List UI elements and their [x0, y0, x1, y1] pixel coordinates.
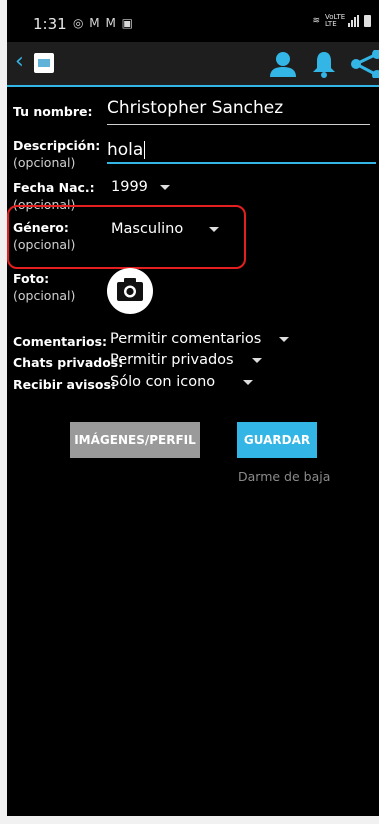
dropdown-arrow-icon — [279, 336, 290, 342]
comments-label: Comentarios: — [13, 334, 108, 349]
share-icon[interactable] — [349, 50, 379, 78]
notification-icons: ◎ M M ▣ — [73, 16, 134, 30]
notifications-label: Recibir avisos: — [13, 377, 116, 392]
status-bar: 1:31 ◎ M M ▣ ≋ VoLTE LTE — [7, 0, 379, 42]
save-button[interactable]: GUARDAR — [237, 422, 317, 458]
comments-spinner[interactable]: Permitir comentarios — [110, 331, 290, 347]
action-bar: ‹ — [7, 42, 379, 86]
chevron-left-icon[interactable]: ‹ — [15, 51, 24, 73]
name-label: Tu nombre: — [13, 104, 93, 119]
private-chats-label: Chats privados: — [13, 355, 124, 370]
app-screen: 1:31 ◎ M M ▣ ≋ VoLTE LTE ‹ Tu nombre: Ch… — [7, 0, 379, 816]
notifications-spinner[interactable]: Sólo con icono — [110, 374, 254, 390]
status-right: ≋ VoLTE LTE — [312, 14, 371, 28]
dropdown-arrow-icon — [159, 184, 170, 190]
toolbar-divider — [7, 85, 379, 87]
status-time: 1:31 — [33, 15, 67, 33]
battery-icon — [364, 15, 371, 27]
images-profile-button[interactable]: IMÁGENES/PERFIL — [70, 422, 200, 458]
network-label: VoLTE LTE — [325, 13, 346, 28]
unsubscribe-link[interactable]: Darme de baja — [238, 469, 330, 484]
text-cursor — [144, 141, 146, 159]
description-label: Descripción: (opcional) — [13, 138, 101, 170]
photo-label: Foto: (opcional) — [13, 271, 76, 303]
gender-spinner[interactable]: Masculino — [111, 221, 220, 237]
gender-label: Género: (opcional) — [13, 220, 76, 252]
person-icon[interactable] — [269, 50, 297, 78]
signal-icon — [348, 15, 359, 27]
app-logo-icon[interactable] — [34, 53, 54, 73]
camera-icon — [117, 278, 143, 301]
description-field[interactable]: hola — [107, 140, 376, 164]
birth-year-spinner[interactable]: 1999 — [111, 179, 170, 195]
name-field[interactable]: Christopher Sanchez — [107, 98, 370, 125]
bell-icon[interactable] — [311, 50, 337, 78]
dropdown-arrow-icon — [209, 226, 220, 232]
dropdown-arrow-icon — [243, 379, 254, 385]
private-chats-spinner[interactable]: Permitir privados — [110, 352, 262, 368]
wifi-icon: ≋ — [312, 16, 320, 26]
camera-button[interactable] — [107, 268, 153, 314]
dropdown-arrow-icon — [251, 357, 262, 363]
